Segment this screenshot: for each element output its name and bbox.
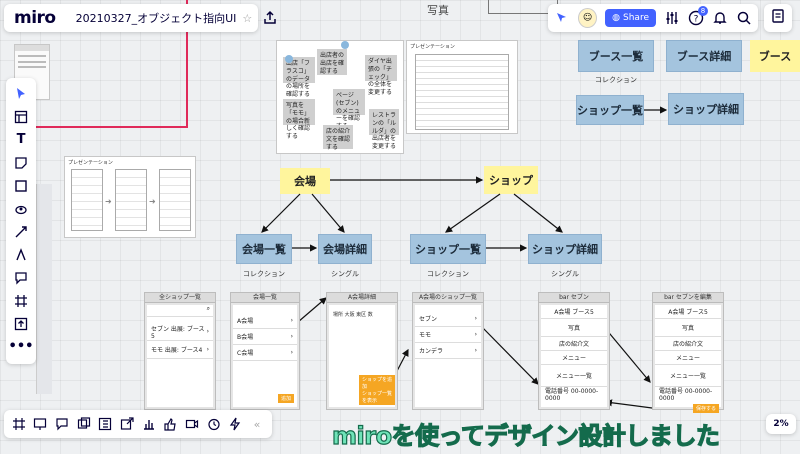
list-item: 店の紹介文 bbox=[655, 337, 721, 351]
list-item[interactable]: A会場 bbox=[237, 316, 253, 325]
list-item[interactable]: カンデラ bbox=[419, 346, 443, 355]
upload-icon[interactable] bbox=[10, 314, 32, 333]
star-icon[interactable]: ☆ bbox=[242, 12, 252, 25]
miro-logo[interactable]: miro bbox=[14, 8, 56, 28]
add-button[interactable]: 追加 bbox=[277, 394, 294, 403]
collapse-icon[interactable]: « bbox=[249, 416, 265, 432]
list-item: メニュー一覧 bbox=[655, 365, 721, 387]
bottom-toolbar: « bbox=[4, 410, 272, 438]
list-item: メニュー bbox=[541, 351, 607, 365]
share-label: Share bbox=[623, 13, 649, 23]
wireframe-title: A会場詳細 bbox=[327, 293, 397, 303]
list-item: 写真 bbox=[655, 319, 721, 337]
cursor-toggle-icon[interactable] bbox=[554, 10, 570, 26]
caption-banner: miroを使ってデザイン設計しました bbox=[331, 421, 720, 450]
templates-icon[interactable] bbox=[10, 107, 32, 126]
wireframe-title: bar セブン bbox=[539, 293, 609, 303]
bell-icon[interactable] bbox=[712, 10, 728, 26]
board-header: miro 20210327_オブジェクト指向UI ☆ bbox=[4, 4, 277, 32]
search-icon: ⌕ bbox=[147, 305, 213, 317]
list-item: 電話番号 00-0000-0000 bbox=[545, 388, 599, 402]
list-item: A会場 ブース5 bbox=[655, 305, 721, 319]
timer-icon[interactable] bbox=[206, 416, 222, 432]
presentation-icon[interactable] bbox=[32, 416, 48, 432]
embed-icon[interactable] bbox=[119, 416, 135, 432]
venue-info: 場所 大阪 東区 数 bbox=[333, 312, 373, 318]
wireframe-title: A会場のショップ一覧 bbox=[413, 293, 483, 303]
text-tool-icon[interactable]: T bbox=[10, 130, 32, 149]
list-item: A会場 ブース5 bbox=[541, 305, 607, 319]
wireframe-title: 会場一覧 bbox=[231, 293, 299, 303]
svg-text:?: ? bbox=[694, 15, 699, 25]
video-icon[interactable] bbox=[184, 416, 200, 432]
wireframe-all-shops: 全ショップ一覧 ⌕ セブン 出展: ブース5 › モモ 出展: ブース4 › bbox=[144, 292, 216, 410]
list-item: メニュー bbox=[655, 351, 721, 365]
shape-icon[interactable] bbox=[10, 176, 32, 195]
list-item: 電話番号 00-0000-0000 bbox=[659, 388, 713, 402]
board-name[interactable]: 20210327_オブジェクト指向UI bbox=[76, 10, 237, 26]
list-item[interactable]: セブン bbox=[419, 314, 437, 323]
left-toolbar: T ••• bbox=[6, 78, 36, 364]
chart-icon[interactable] bbox=[141, 416, 157, 432]
globe-icon: ◍ bbox=[612, 13, 621, 23]
select-cursor-icon[interactable] bbox=[10, 84, 32, 103]
avatar[interactable]: ☺ bbox=[578, 8, 598, 28]
frames-icon[interactable] bbox=[11, 416, 27, 432]
connection-line-icon[interactable] bbox=[10, 222, 32, 241]
list-item: 店の紹介文 bbox=[541, 337, 607, 351]
comments-icon[interactable] bbox=[54, 416, 70, 432]
vote-icon[interactable] bbox=[162, 416, 178, 432]
comment-icon[interactable] bbox=[10, 268, 32, 287]
more-icon[interactable]: ••• bbox=[9, 337, 34, 356]
pen-icon[interactable] bbox=[10, 245, 32, 264]
help-icon[interactable]: ? 8 bbox=[688, 6, 708, 26]
save-button[interactable]: 保存する bbox=[692, 404, 719, 413]
list-item[interactable]: B会場 bbox=[237, 332, 253, 341]
frame-icon[interactable] bbox=[10, 291, 32, 310]
wireframe-venue-shops: A会場のショップ一覧 セブン › モモ › カンデラ › bbox=[412, 292, 484, 410]
settings-sliders-icon[interactable] bbox=[664, 10, 680, 26]
share-button[interactable]: ◍ Share bbox=[605, 9, 656, 27]
document-icon bbox=[770, 8, 786, 28]
notification-badge: 8 bbox=[698, 6, 708, 16]
search-icon[interactable] bbox=[736, 10, 752, 26]
sticky-note-icon[interactable] bbox=[10, 153, 32, 172]
list-item: 写真 bbox=[541, 319, 607, 337]
collab-toolbar: ☺ ◍ Share ? 8 bbox=[548, 4, 758, 32]
list-item[interactable]: モモ 出展: ブース4 bbox=[151, 345, 202, 354]
show-shops-button[interactable]: ショップ一覧を表示 bbox=[359, 389, 395, 405]
list-item[interactable]: C会場 bbox=[237, 348, 253, 357]
wireframe-shop-detail: bar セブン A会場 ブース5 写真 店の紹介文 メニュー メニュー一覧 電話… bbox=[538, 292, 610, 410]
kanban-icon[interactable] bbox=[97, 416, 113, 432]
wireframe-venue-detail: A会場詳細 場所 大阪 東区 数 ショップを追加 ショップ一覧を表示 bbox=[326, 292, 398, 410]
notes-panel-button[interactable] bbox=[764, 4, 792, 32]
list-item: メニュー一覧 bbox=[541, 365, 607, 387]
wireframe-title: bar セブンを編集 bbox=[653, 293, 723, 303]
list-item[interactable]: セブン 出展: ブース5 bbox=[151, 324, 207, 340]
cards-icon[interactable] bbox=[76, 416, 92, 432]
list-item[interactable]: モモ bbox=[419, 330, 431, 339]
stencil-icon[interactable] bbox=[10, 199, 32, 218]
wireframe-shop-edit: bar セブンを編集 A会場 ブース5 写真 店の紹介文 メニュー メニュー一覧… bbox=[652, 292, 724, 413]
lightning-icon[interactable] bbox=[227, 416, 243, 432]
export-icon[interactable] bbox=[262, 10, 278, 26]
wireframe-venue-list: 会場一覧 A会場 › B会場 › C会場 › 追加 bbox=[230, 292, 300, 410]
wireframe-title: 全ショップ一覧 bbox=[145, 293, 215, 303]
